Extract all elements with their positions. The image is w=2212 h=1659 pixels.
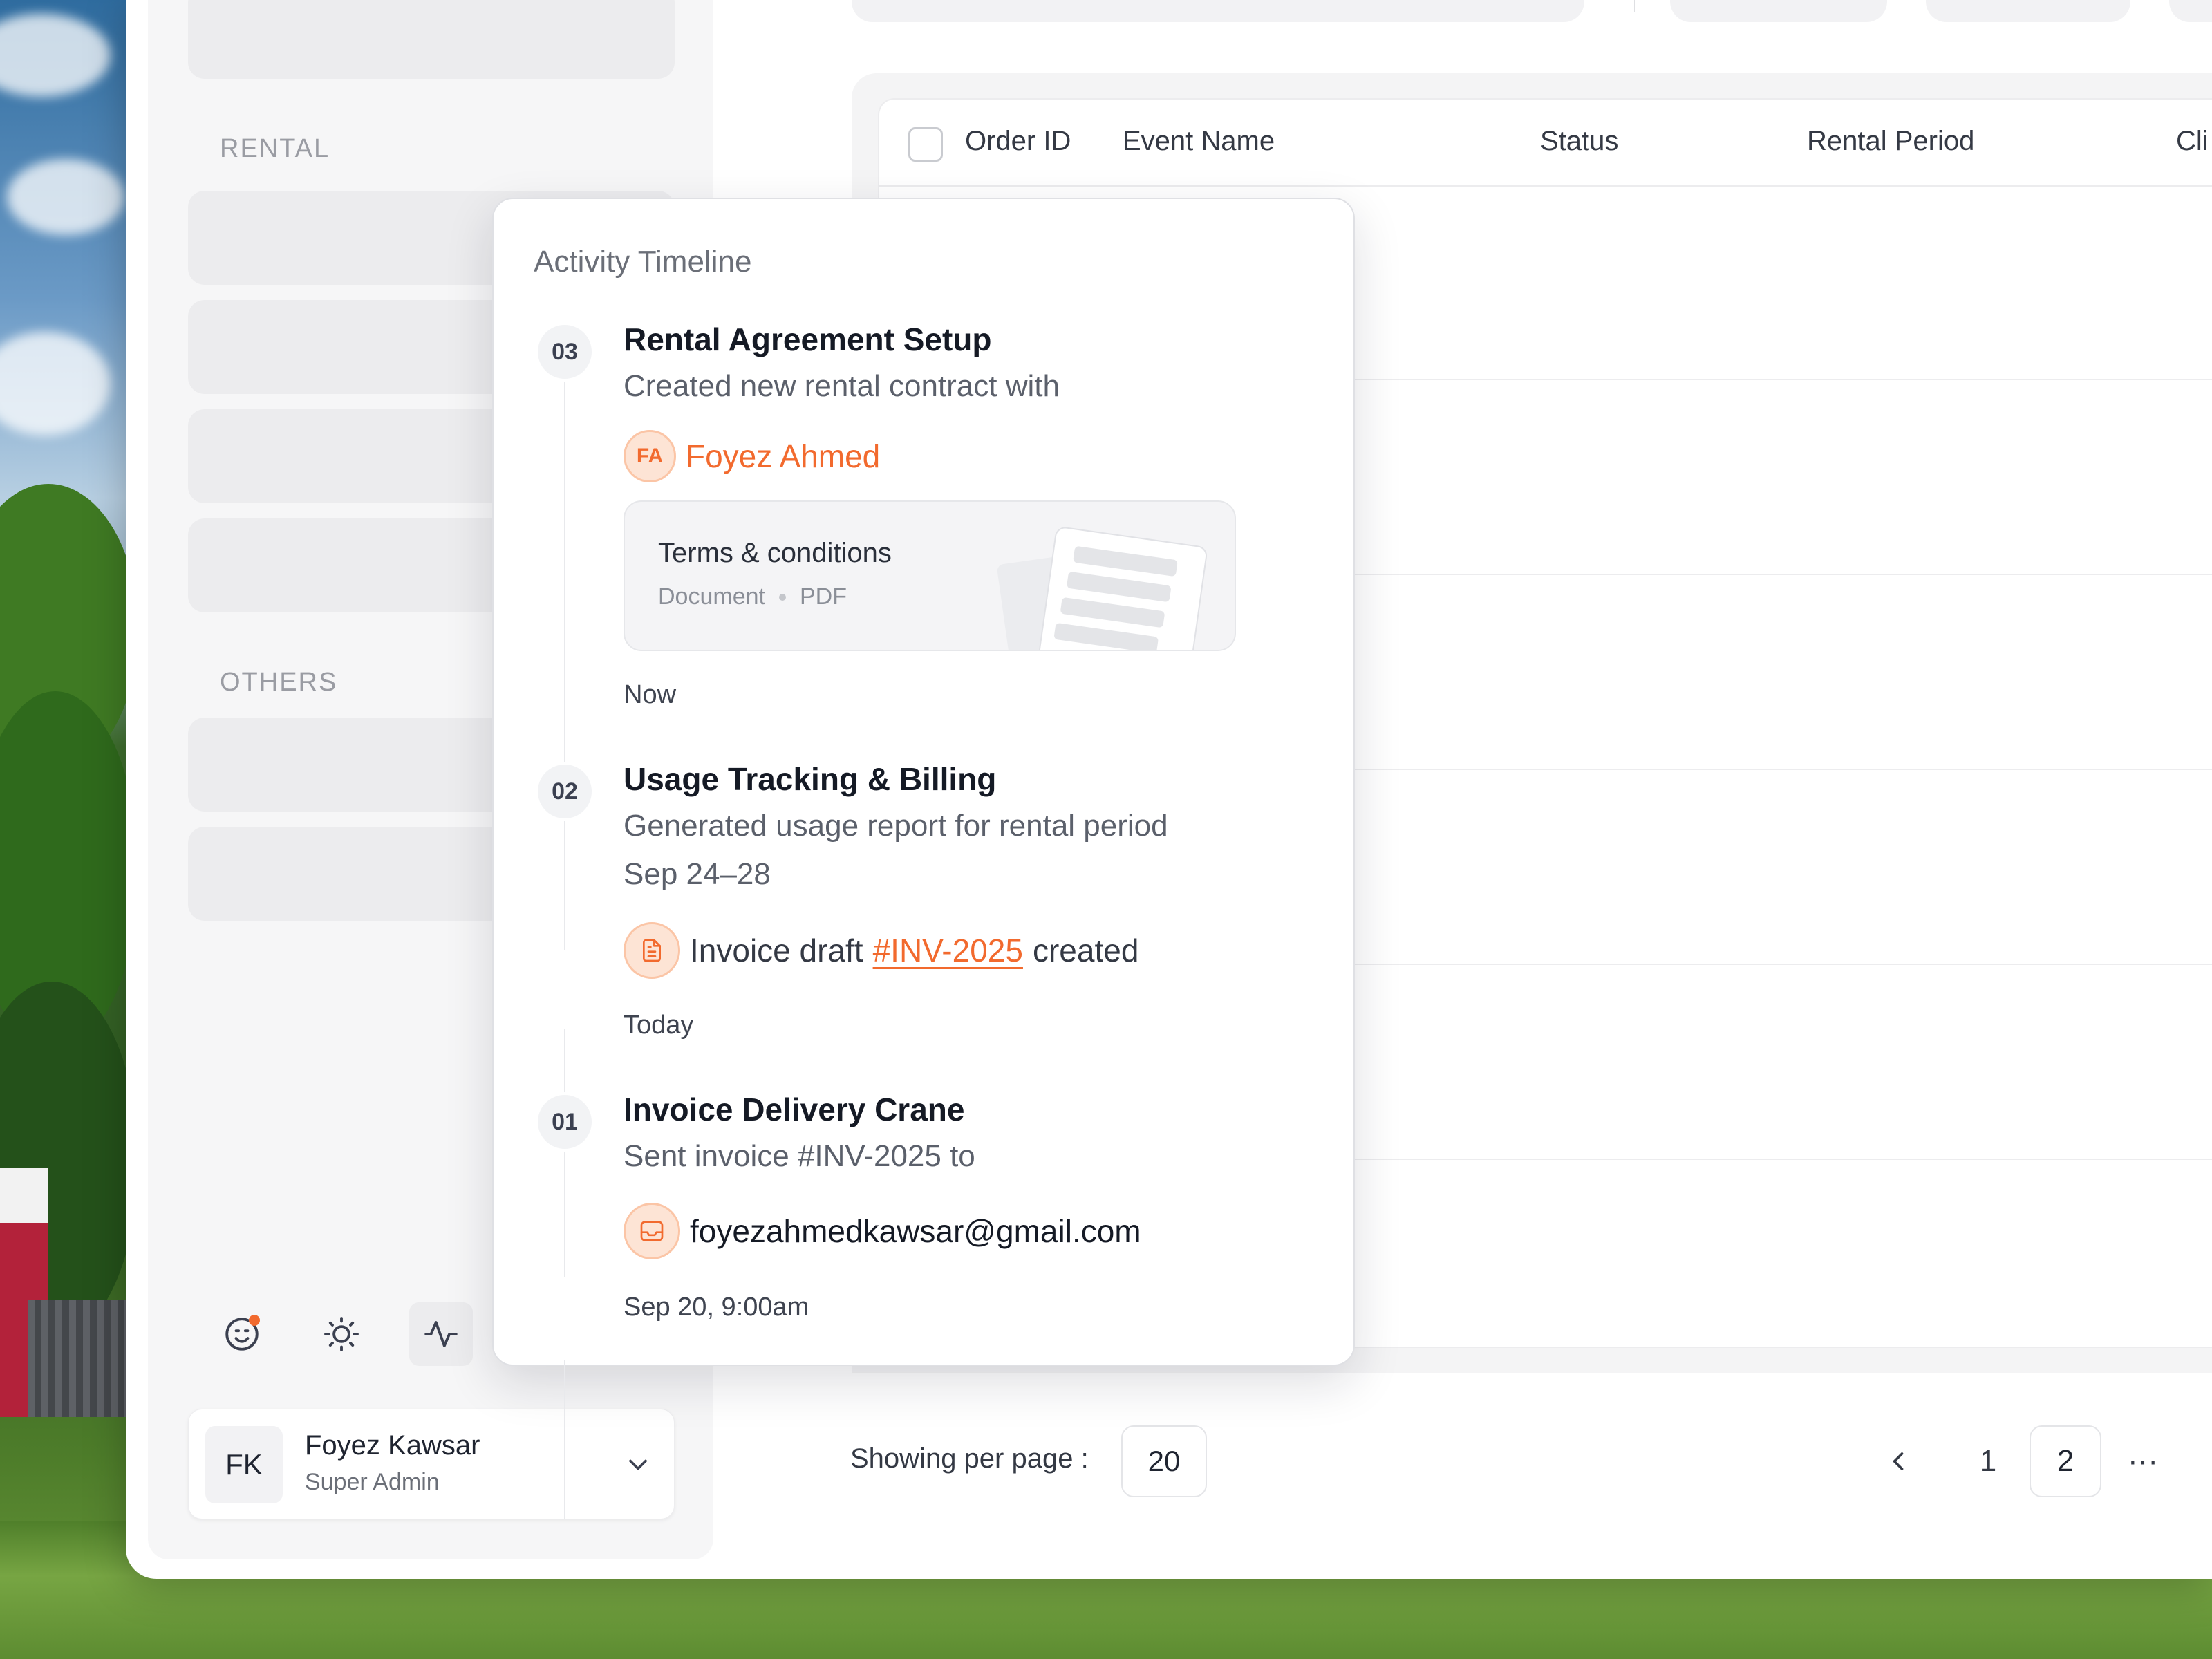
sidebar-item-placeholder[interactable] (188, 0, 675, 79)
column-header-rental-period[interactable]: Rental Period (1807, 126, 1974, 157)
person-chip[interactable]: FA Foyez Ahmed (624, 430, 880, 482)
per-page-select[interactable]: 20 (1121, 1425, 1207, 1497)
popover-title: Activity Timeline (534, 245, 752, 279)
pagination-ellipsis: ··· (2128, 1444, 2158, 1478)
document-meta: Document PDF (658, 583, 847, 610)
sun-icon[interactable] (310, 1302, 373, 1366)
select-all-checkbox[interactable] (908, 127, 943, 162)
per-page-label: Showing per page : (850, 1443, 1089, 1474)
timeline-item-heading: Usage Tracking & Billing (624, 761, 997, 797)
invoice-prefix: Invoice draft (690, 932, 863, 968)
invoice-link[interactable]: #INV-2025 (873, 932, 1023, 969)
invoice-chip: Invoice draft #INV-2025 created (624, 922, 1138, 979)
column-header-client[interactable]: Cli (2176, 126, 2209, 157)
page-button-2[interactable]: 2 (2030, 1425, 2101, 1497)
avatar: FA (624, 430, 676, 482)
timeline-connector (564, 362, 565, 950)
timeline-step-number: 01 (535, 1092, 594, 1152)
user-role: Super Admin (305, 1469, 440, 1495)
email-chip: foyezahmedkawsar@gmail.com (624, 1203, 1141, 1259)
table-header: Order ID Event Name Status Rental Period… (879, 100, 2212, 187)
timeline-item-heading: Rental Agreement Setup (624, 321, 992, 357)
user-name: Foyez Kawsar (305, 1430, 480, 1461)
document-title: Terms & conditions (658, 538, 892, 568)
chevron-down-icon[interactable] (623, 1450, 653, 1480)
timeline-item-time: Today (624, 1011, 694, 1040)
activity-timeline-popover: Activity Timeline 03 Rental Agreement Se… (492, 198, 1355, 1519)
column-header-status[interactable]: Status (1540, 126, 1618, 157)
column-header-order-id[interactable]: Order ID (965, 126, 1071, 157)
timeline-connector (564, 1029, 565, 1277)
timeline-item-time: Now (624, 680, 677, 709)
user-profile-card[interactable]: FK Foyez Kawsar Super Admin (188, 1409, 675, 1519)
toolbar-button[interactable] (1926, 0, 2130, 22)
chevron-left-icon (1893, 1452, 1904, 1470)
section-label-others: OTHERS (220, 668, 338, 697)
smiley-notification-icon[interactable] (210, 1302, 274, 1366)
timeline-item-time: Sep 20, 9:00am (624, 1293, 809, 1322)
invoice-suffix: created (1032, 932, 1139, 968)
person-name[interactable]: Foyez Ahmed (686, 438, 880, 475)
timeline-item-description: Sent invoice #INV-2025 to (624, 1139, 975, 1173)
toolbar-divider (1634, 0, 1635, 12)
timeline-connector (564, 1360, 565, 1519)
recipient-email[interactable]: foyezahmedkawsar@gmail.com (690, 1212, 1141, 1250)
inbox-icon (624, 1203, 680, 1259)
activity-icon[interactable] (409, 1302, 473, 1366)
notification-dot (249, 1315, 260, 1326)
sidebar-toolbar (210, 1302, 473, 1366)
document-icon (997, 527, 1208, 650)
file-text-icon (624, 922, 680, 979)
search-input[interactable] (852, 0, 1584, 22)
timeline-step-number: 03 (535, 322, 594, 382)
section-label-rental: RENTAL (220, 134, 330, 163)
document-card[interactable]: Terms & conditions Document PDF (624, 500, 1236, 651)
timeline-item-heading: Invoice Delivery Crane (624, 1091, 965, 1127)
separator-dot (778, 593, 786, 601)
avatar: FK (205, 1426, 283, 1503)
prev-page-button[interactable] (1862, 1425, 1934, 1497)
toolbar-button[interactable] (1670, 0, 1887, 22)
column-header-event-name[interactable]: Event Name (1123, 126, 1275, 157)
toolbar-button[interactable] (2169, 0, 2212, 22)
document-type: Document (658, 583, 765, 610)
timeline-item-description: Sep 24–28 (624, 857, 771, 891)
timeline-item-description: Created new rental contract with (624, 369, 1060, 403)
timeline-item-description: Generated usage report for rental period (624, 809, 1168, 843)
page-button-1[interactable]: 1 (1952, 1425, 2024, 1497)
timeline-step-number: 02 (535, 762, 594, 821)
document-extension: PDF (799, 583, 847, 610)
